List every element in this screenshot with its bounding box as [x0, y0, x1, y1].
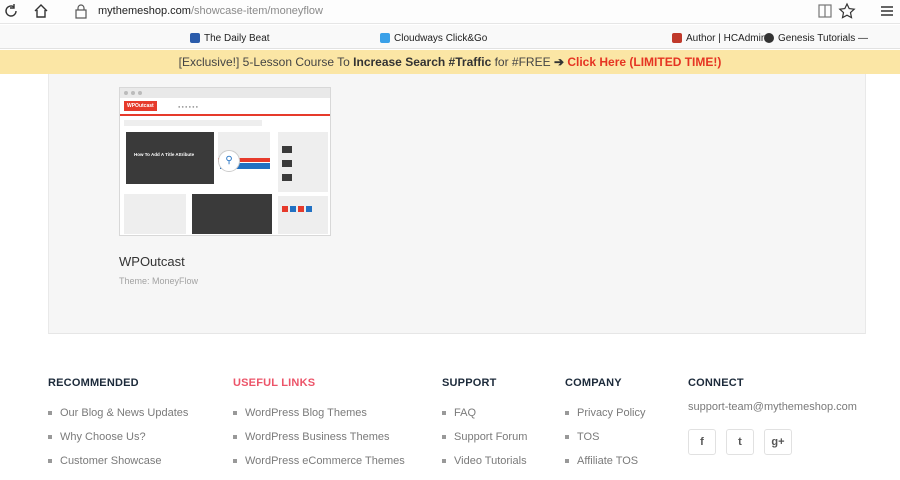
- thumbnail-header: WPOutcast ● ● ● ● ● ●: [120, 98, 330, 116]
- site-footer: RECOMMENDED Our Blog & News Updates Why …: [0, 335, 900, 480]
- thumbnail-menu: ● ● ● ● ● ●: [178, 104, 199, 109]
- bookmark-favicon-icon: [190, 33, 200, 43]
- footer-col-recommended: RECOMMENDED Our Blog & News Updates Why …: [48, 377, 188, 473]
- footer-col-useful-links: USEFUL LINKS WordPress Blog Themes WordP…: [233, 377, 405, 473]
- footer-link[interactable]: WordPress eCommerce Themes: [233, 449, 405, 473]
- promo-prefix: [Exclusive!] 5-Lesson Course To: [178, 55, 354, 69]
- bookmarks-bar: The Daily Beat Cloudways Click&Go Author…: [0, 25, 900, 49]
- bookmark-favicon-icon: [380, 33, 390, 43]
- showcase-section: WPOutcast ● ● ● ● ● ● How To Add A Title…: [48, 74, 866, 334]
- footer-link[interactable]: WordPress Business Themes: [233, 425, 405, 449]
- footer-col-support: SUPPORT FAQ Support Forum Video Tutorial…: [442, 377, 527, 473]
- thumbnail-browser-bar: [120, 88, 330, 98]
- url-host: mythemeshop.com: [98, 5, 191, 17]
- footer-link[interactable]: Our Blog & News Updates: [48, 401, 188, 425]
- footer-link[interactable]: Affiliate TOS: [565, 449, 645, 473]
- footer-heading: COMPANY: [565, 377, 622, 389]
- footer-link[interactable]: Why Choose Us?: [48, 425, 188, 449]
- lock-icon: [72, 2, 92, 22]
- reading-view-icon[interactable]: [816, 2, 836, 22]
- url-path: /showcase-item/moneyflow: [190, 5, 323, 17]
- social-links: f t g+: [688, 429, 857, 455]
- bookmark-item[interactable]: Author | HCAdmin: [672, 31, 766, 45]
- bookmark-item[interactable]: The Daily Beat: [190, 31, 270, 45]
- promo-cta-link[interactable]: Click Here (LIMITED TIME!): [567, 55, 721, 69]
- bookmark-item[interactable]: Cloudways Click&Go: [380, 31, 487, 45]
- menu-icon[interactable]: [878, 2, 898, 22]
- footer-link[interactable]: WordPress Blog Themes: [233, 401, 405, 425]
- twitter-icon[interactable]: t: [726, 429, 754, 455]
- footer-link[interactable]: Privacy Policy: [565, 401, 645, 425]
- bookmark-favicon-icon: [672, 33, 682, 43]
- footer-link[interactable]: TOS: [565, 425, 645, 449]
- support-email-link[interactable]: support-team@mythemeshop.com: [688, 401, 857, 413]
- refresh-icon[interactable]: [2, 2, 22, 22]
- arrow-right-icon: ➔: [553, 55, 564, 69]
- star-icon[interactable]: [838, 2, 858, 22]
- footer-heading: USEFUL LINKS: [233, 377, 316, 389]
- footer-heading: CONNECT: [688, 377, 744, 389]
- google-plus-icon[interactable]: g+: [764, 429, 792, 455]
- bookmark-item[interactable]: Genesis Tutorials —: [764, 31, 868, 45]
- thumbnail-logo: WPOutcast: [124, 101, 157, 111]
- promo-bold: Increase Search #Traffic: [353, 55, 492, 69]
- footer-heading: RECOMMENDED: [48, 377, 139, 389]
- promo-banner[interactable]: [Exclusive!] 5-Lesson Course To Increase…: [0, 50, 900, 74]
- footer-link[interactable]: FAQ: [442, 401, 527, 425]
- footer-link[interactable]: Video Tutorials: [442, 449, 527, 473]
- thumbnail-headline: How To Add A Title Attribute: [134, 152, 195, 157]
- address-bar[interactable]: mythemeshop.com/showcase-item/moneyflow: [98, 5, 323, 17]
- browser-toolbar: mythemeshop.com/showcase-item/moneyflow: [0, 0, 900, 24]
- bookmark-favicon-icon: [764, 33, 774, 43]
- footer-heading: SUPPORT: [442, 377, 497, 389]
- search-icon: ⚲: [218, 150, 240, 172]
- footer-col-company: COMPANY Privacy Policy TOS Affiliate TOS: [565, 377, 645, 473]
- footer-link[interactable]: Support Forum: [442, 425, 527, 449]
- facebook-icon[interactable]: f: [688, 429, 716, 455]
- home-icon[interactable]: [32, 2, 52, 22]
- showcase-item-title[interactable]: WPOutcast: [119, 254, 185, 269]
- showcase-item-theme: Theme: MoneyFlow: [119, 276, 199, 286]
- promo-middle: for #FREE: [491, 55, 554, 69]
- showcase-thumbnail[interactable]: WPOutcast ● ● ● ● ● ● How To Add A Title…: [119, 87, 331, 236]
- footer-col-connect: CONNECT support-team@mythemeshop.com f t…: [688, 377, 857, 455]
- footer-link[interactable]: Customer Showcase: [48, 449, 188, 473]
